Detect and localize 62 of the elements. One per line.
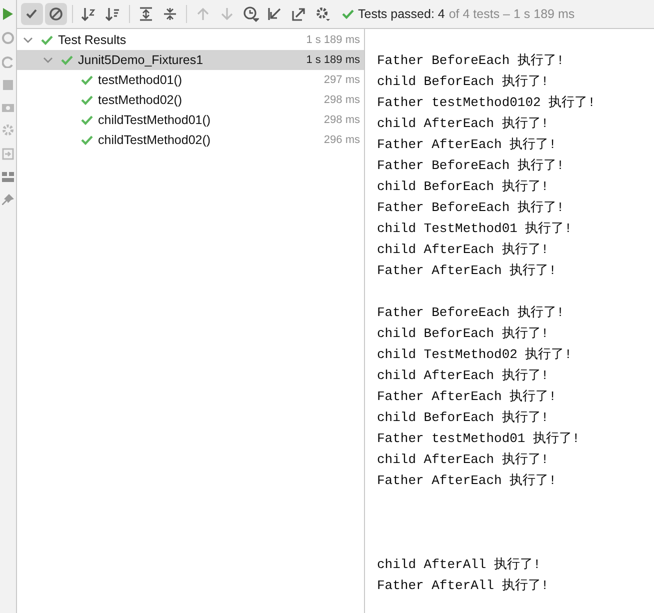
console-line: child BeforEach 执行了! <box>377 178 550 196</box>
test-duration: 298 ms <box>324 112 360 128</box>
run-icon[interactable] <box>3 8 13 20</box>
console-line: child AfterEach 执行了! <box>377 241 550 259</box>
console-line: child BeforEach 执行了! <box>377 409 550 427</box>
console-line: Father BeforeEach 执行了! <box>377 199 566 217</box>
tree-row[interactable]: testMethod01() 297 ms <box>17 70 364 90</box>
test-name: testMethod02() <box>98 92 182 109</box>
console-line: child AfterEach 执行了! <box>377 451 550 469</box>
tree-row[interactable]: Test Results 1 s 189 ms <box>17 30 364 50</box>
console-line: child BeforEach 执行了! <box>377 73 550 91</box>
tree-row[interactable]: testMethod02() 298 ms <box>17 90 364 110</box>
console-line: Father AfterEach 执行了! <box>377 262 558 280</box>
chevron-icon[interactable] <box>23 35 33 45</box>
toggle-button[interactable] <box>21 3 43 25</box>
console-line: child AfterAll 执行了! <box>377 556 542 574</box>
console-line: child AfterEach 执行了! <box>377 115 550 133</box>
checkmark-icon <box>81 95 93 105</box>
test-duration: 298 ms <box>324 92 360 108</box>
refresh-icon[interactable] <box>2 56 14 68</box>
status-label: Tests passed: 4 <box>358 6 445 23</box>
tree-row[interactable]: Junit5Demo_Fixtures1 1 s 189 ms <box>17 50 364 70</box>
test-name: testMethod01() <box>98 72 182 89</box>
tree-row[interactable]: childTestMethod01() 298 ms <box>17 110 364 130</box>
console-line: child TestMethod01 执行了! <box>377 220 574 238</box>
checkmark-icon <box>41 35 53 45</box>
console-line: Father AfterEach 执行了! <box>377 388 558 406</box>
camera-icon[interactable] <box>2 102 14 112</box>
pin-icon[interactable] <box>2 194 14 206</box>
console-line: Father AfterEach 执行了! <box>377 472 558 490</box>
console-line: Father AfterEach 执行了! <box>377 136 558 154</box>
console-line: Father BeforeEach 执行了! <box>377 304 566 322</box>
console-line: Father testMethod0102 执行了! <box>377 94 596 112</box>
console-line: child BeforEach 执行了! <box>377 325 550 343</box>
console-line: Father testMethod01 执行了! <box>377 430 581 448</box>
checkmark-icon <box>342 9 354 19</box>
checkmark-icon <box>61 55 73 65</box>
import-icon[interactable] <box>2 148 14 160</box>
rerun-icon[interactable] <box>2 32 14 44</box>
status-detail: of 4 tests – 1 s 189 ms <box>448 6 575 23</box>
test-duration: 1 s 189 ms <box>306 32 360 48</box>
gear-icon[interactable] <box>2 124 14 136</box>
test-name: Junit5Demo_Fixtures1 <box>78 52 204 69</box>
checkmark-icon <box>81 135 93 145</box>
console-line: Father AfterAll 执行了! <box>377 577 550 595</box>
checkmark-icon <box>81 75 93 85</box>
chevron-icon[interactable] <box>43 55 53 65</box>
console-line: child AfterEach 执行了! <box>377 367 550 385</box>
test-name: Test Results <box>58 32 126 49</box>
checkmark-icon <box>81 115 93 125</box>
console-line: child TestMethod02 执行了! <box>377 346 574 364</box>
console-line: Father BeforeEach 执行了! <box>377 157 566 175</box>
test-duration: 1 s 189 ms <box>306 52 360 68</box>
tree-row[interactable]: childTestMethod02() 296 ms <box>17 130 364 150</box>
layout-icon[interactable] <box>2 172 14 182</box>
test-duration: 297 ms <box>324 72 360 88</box>
toggle-button[interactable] <box>45 3 67 25</box>
prohibited-icon <box>48 6 64 22</box>
test-duration: 296 ms <box>324 132 360 148</box>
console-line: Father BeforeEach 执行了! <box>377 52 566 70</box>
test-name: childTestMethod01() <box>98 112 211 129</box>
test-name: childTestMethod02() <box>98 132 211 149</box>
